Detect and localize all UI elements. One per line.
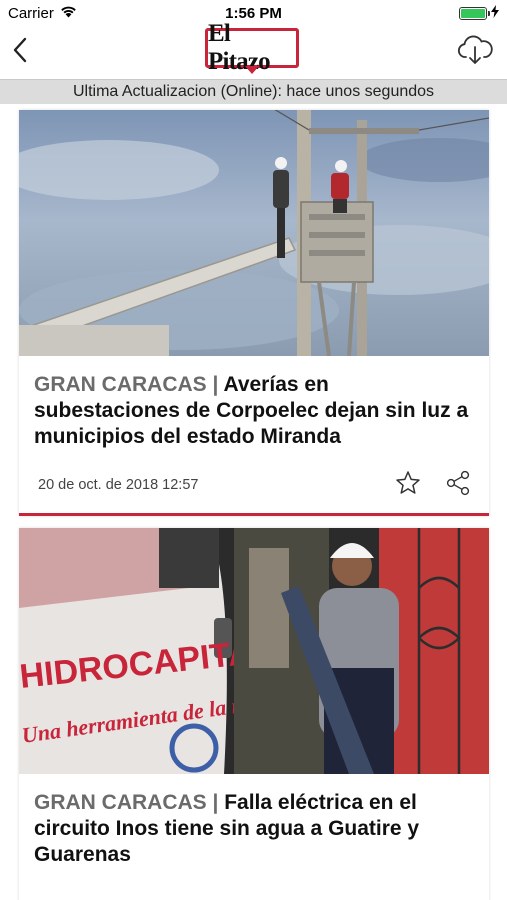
article-card[interactable]: HIDROCAPITAL Una herramienta de la revol…: [19, 528, 489, 900]
section-separator: |: [206, 373, 224, 396]
carrier-label: Carrier: [8, 4, 54, 22]
share-button[interactable]: [443, 470, 473, 500]
article-section: GRAN CARACAS: [34, 373, 207, 396]
battery-fill: [461, 8, 485, 18]
article-card[interactable]: GRAN CARACAS | Averías en subestaciones …: [19, 110, 489, 516]
back-button[interactable]: [12, 32, 42, 72]
article-image[interactable]: [19, 110, 489, 356]
battery-icon: [459, 6, 490, 20]
section-separator: |: [206, 791, 225, 814]
last-update-bar: Ultima Actualizacion (Online): hace unos…: [0, 79, 507, 104]
charging-bolt-icon: [491, 4, 499, 22]
wifi-icon: [60, 5, 77, 22]
logo-text: El Pitazo: [205, 20, 299, 75]
last-update-text: Ultima Actualizacion (Online): hace unos…: [72, 83, 435, 100]
brand-logo[interactable]: El Pitazo: [205, 20, 299, 76]
chevron-left-icon: [12, 37, 28, 68]
favorite-button[interactable]: [393, 470, 423, 500]
article-image[interactable]: HIDROCAPITAL Una herramienta de la revol…: [19, 528, 489, 774]
article-actions: [393, 470, 473, 500]
article-date: 20 de oct. de 2018 12:57: [38, 477, 199, 493]
status-right: [459, 4, 499, 22]
share-icon: [445, 470, 471, 501]
status-left: Carrier: [8, 5, 77, 22]
nav-bar: El Pitazo: [0, 20, 507, 78]
cloud-download-icon: [456, 35, 494, 70]
download-button[interactable]: [455, 32, 495, 72]
article-section: GRAN CARACAS: [34, 791, 207, 814]
article-headline[interactable]: GRAN CARACAS | Falla eléctrica en el cir…: [19, 774, 489, 868]
logo-tail: [245, 66, 259, 74]
article-meta: 20 de oct. de 2018 12:57: [38, 470, 473, 500]
star-icon: [395, 470, 421, 501]
article-headline[interactable]: GRAN CARACAS | Averías en subestaciones …: [19, 356, 489, 450]
